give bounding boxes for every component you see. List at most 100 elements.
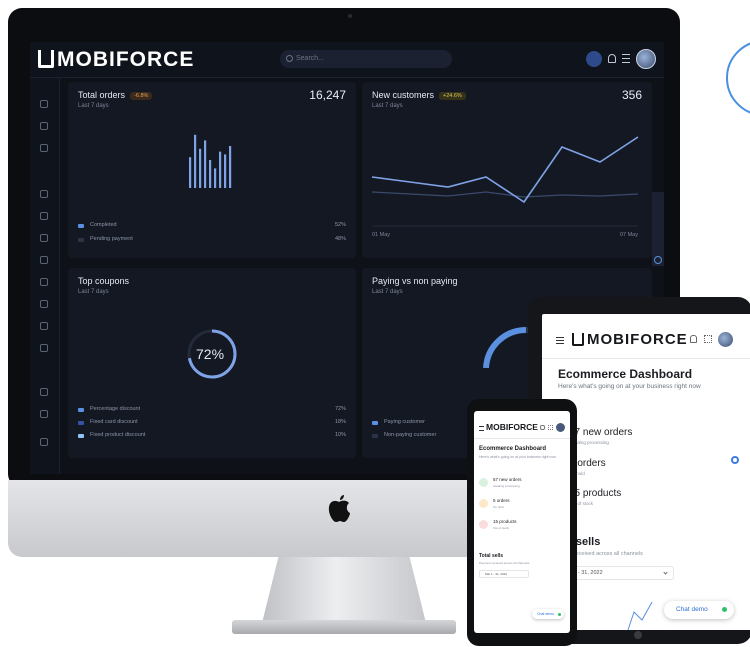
order-bar — [199, 148, 202, 188]
brand-logo[interactable]: MOBIFORCE — [38, 48, 194, 72]
card-new-customers: New customers +24.6% Last 7 days 356 01 M… — [362, 82, 652, 258]
online-status-dot — [558, 612, 561, 616]
camera-dot — [348, 14, 352, 18]
bell-icon[interactable] — [690, 335, 697, 343]
page-title: Ecommerce Dashboard — [479, 446, 547, 452]
apps-grid-icon[interactable] — [548, 425, 553, 430]
legend-value: 72% — [334, 406, 346, 412]
legend-completed: Completed 52% — [78, 222, 346, 232]
phone-device: MOBIFORCE Ecommerce Dashboard Here's wha… — [467, 399, 577, 646]
hamburger-menu-icon[interactable] — [479, 426, 484, 431]
total-sells-subtitle: Payment received across all channels — [479, 561, 530, 565]
legend-label: Fixed product discount — [90, 432, 146, 438]
sells-line — [627, 601, 653, 630]
date-range-select[interactable]: Mar 1 - 31, 2022 — [479, 570, 529, 578]
stat-label: 57 new orders — [569, 427, 633, 438]
apps-grid-icon[interactable] — [704, 335, 712, 343]
order-bar — [209, 160, 212, 188]
donut-center-value: 72% — [196, 346, 225, 362]
bell-icon[interactable] — [608, 54, 616, 63]
sidebar-mail-icon[interactable] — [40, 234, 48, 242]
theme-toggle-icon[interactable] — [586, 51, 602, 67]
legend-swatch — [78, 434, 84, 438]
sidebar-chat-icon[interactable] — [40, 212, 48, 220]
sidebar-settings-icon[interactable] — [40, 388, 48, 396]
search-icon — [286, 55, 293, 62]
legend-label: Pending payment — [90, 236, 133, 242]
legend-label: Completed — [90, 222, 117, 228]
chat-demo-button[interactable]: Chat demo — [664, 601, 734, 619]
legend-value: 18% — [334, 419, 346, 425]
avatar[interactable] — [718, 332, 733, 347]
hamburger-menu-icon[interactable] — [556, 337, 564, 344]
total-sells-title: Total sells — [479, 553, 504, 559]
order-bar — [214, 168, 217, 188]
settings-gear-icon[interactable] — [654, 256, 662, 264]
legend-value: 10% — [334, 432, 346, 438]
phone-header-actions — [540, 423, 566, 432]
order-bar — [194, 134, 197, 188]
avatar[interactable] — [636, 49, 656, 69]
sidebar-collapse-icon[interactable] — [40, 438, 48, 446]
imac-stand-foot — [232, 620, 456, 634]
brand-name[interactable]: MOBIFORCE — [486, 422, 538, 432]
sidebar-help-icon[interactable] — [40, 344, 48, 352]
sidebar-social-icon[interactable] — [40, 256, 48, 264]
x-axis-start-label: 01 May — [372, 232, 391, 238]
legend-label: Fixed card discount — [90, 419, 138, 425]
settings-gear-icon[interactable] — [731, 456, 739, 464]
online-status-dot — [722, 607, 727, 612]
legend-swatch — [372, 434, 378, 438]
page-subtitle: Here's what's going on at your business … — [558, 383, 701, 390]
legend-percentage-discount: Percentage discount 72% — [78, 406, 346, 416]
stat-new-orders[interactable]: 57 new orders Awaiting processing — [479, 475, 565, 491]
stat-sublabel: Out of stock — [493, 526, 510, 530]
brand-name: MOBIFORCE — [587, 331, 688, 348]
sidebar-lock-icon[interactable] — [40, 278, 48, 286]
marketing-mockup: MOBIFORCE Search... Total orders -6.8% L… — [0, 0, 750, 647]
apple-logo-icon — [328, 495, 350, 522]
stat-on-hold[interactable]: 5 orders On hold — [479, 496, 565, 512]
stat-out-of-stock[interactable]: 15 products Out of stock — [479, 517, 565, 533]
stat-label: 57 new orders — [493, 477, 522, 482]
order-bar — [224, 154, 227, 188]
legend-value: 52% — [334, 222, 346, 228]
legend-fixed-card-discount: Fixed card discount 18% — [78, 419, 346, 429]
x-axis-end-label: 07 May — [619, 232, 638, 238]
bell-icon[interactable] — [540, 425, 545, 430]
sidebar-gear-icon[interactable] — [40, 410, 48, 418]
search-input[interactable]: Search... — [280, 50, 452, 68]
legend-swatch — [78, 421, 84, 425]
header-divider — [542, 358, 750, 359]
legend-label: Percentage discount — [90, 406, 141, 412]
coupons-donut-chart — [187, 329, 237, 379]
legend-swatch — [372, 421, 378, 425]
order-bar — [204, 140, 207, 188]
chat-demo-label: Chat demo — [537, 612, 555, 616]
sidebar-tools-icon[interactable] — [40, 300, 48, 308]
chevron-down-icon — [663, 570, 668, 575]
avatar[interactable] — [556, 423, 565, 432]
legend-label: Non-paying customer — [384, 432, 437, 438]
order-bar — [189, 157, 192, 188]
customers-previous-series — [371, 191, 639, 198]
apps-menu-icon[interactable] — [622, 54, 630, 63]
page-subtitle: Here's what's going on at your business … — [479, 455, 556, 459]
customize-side-tab[interactable] — [652, 192, 664, 266]
search-placeholder: Search... — [296, 55, 325, 62]
sidebar-files-icon[interactable] — [40, 322, 48, 330]
brand-logo[interactable]: MOBIFORCE — [572, 331, 688, 348]
stat-icon — [479, 499, 488, 508]
sidebar-home-icon[interactable] — [40, 100, 48, 108]
order-bar — [229, 146, 232, 188]
phone-dashboard: MOBIFORCE Ecommerce Dashboard Here's wha… — [474, 411, 570, 633]
sidebar-chart-icon[interactable] — [40, 144, 48, 152]
sidebar-calendar-icon[interactable] — [40, 190, 48, 198]
stat-sublabel: Awaiting processing — [493, 484, 520, 488]
chat-demo-button[interactable]: Chat demo — [532, 609, 564, 619]
legend-fixed-product-discount: Fixed product discount 10% — [78, 432, 346, 442]
sidebar-shop-icon[interactable] — [40, 122, 48, 130]
paying-arc — [483, 326, 527, 369]
customers-line-chart — [371, 136, 639, 227]
stat-label: 15 products — [493, 519, 517, 524]
